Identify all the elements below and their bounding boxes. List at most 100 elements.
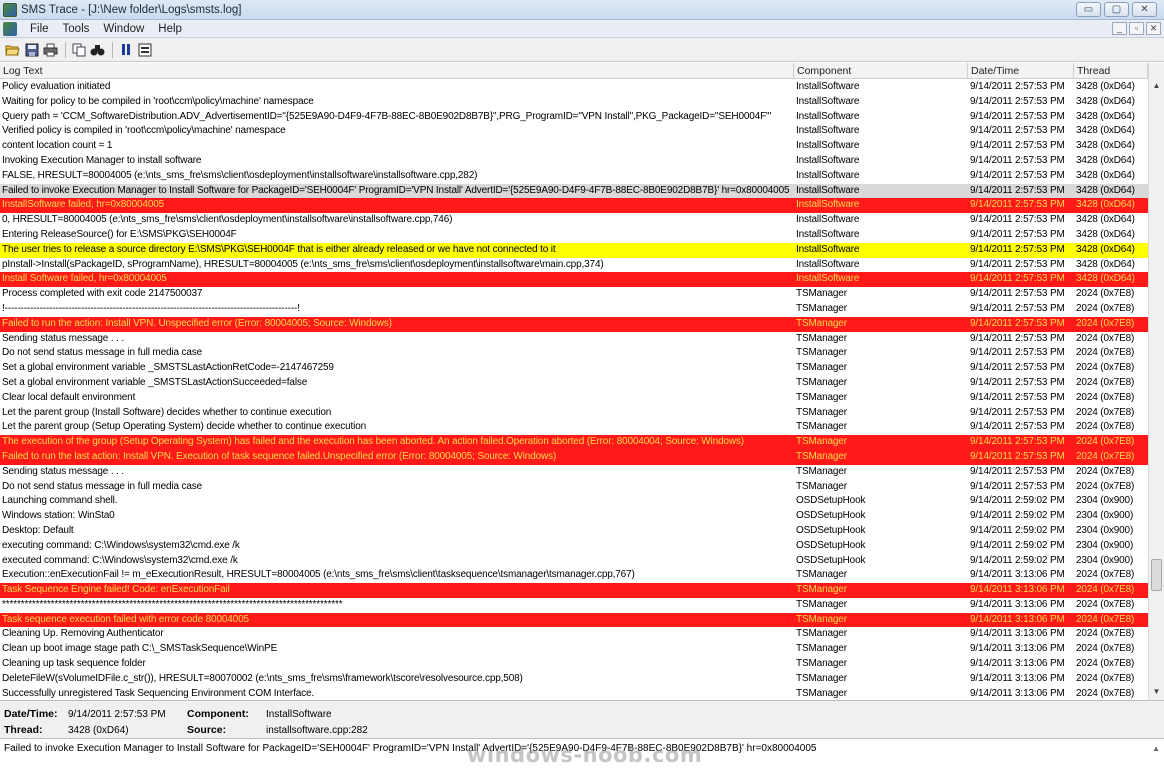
thread-value: 3428 (0xD64) (68, 725, 129, 736)
log-row[interactable]: Launching command shell. OSDSetupHook 9/14… (0, 494, 1148, 509)
log-row[interactable]: Policy evaluation initiated InstallSoftwa… (0, 80, 1148, 95)
menu-file[interactable]: File (23, 23, 56, 35)
thread-cell: 2024 (0x7E8) (1076, 584, 1135, 596)
open-folder-icon[interactable] (4, 41, 21, 58)
child-restore-button[interactable]: ▫ (1129, 22, 1144, 35)
column-header-component[interactable]: Component (794, 63, 968, 79)
log-row[interactable]: !---------------------------------------… (0, 302, 1148, 317)
component-cell: TSManager (796, 332, 847, 344)
log-row[interactable]: Invoking Execution Manager to install so… (0, 154, 1148, 169)
log-row[interactable]: executed command: C:\Windows\system32\cm… (0, 554, 1148, 569)
copy-icon[interactable] (70, 41, 87, 58)
component-cell: InstallSoftware (796, 81, 860, 92)
log-row[interactable]: Failed to invoke Execution Manager to In… (0, 183, 1148, 199)
component-cell: TSManager (796, 643, 847, 655)
minimize-button[interactable]: ▭ (1076, 2, 1101, 17)
message-scroll-arrow-icon[interactable]: ▲ (1152, 744, 1160, 753)
log-row[interactable]: 0, HRESULT=80004005 (e:\nts_sms_fre\sms\… (0, 213, 1148, 228)
component-cell: TSManager (796, 362, 847, 374)
thread-cell: 2304 (0x900) (1076, 495, 1134, 507)
log-row[interactable]: Desktop: Default OSDSetupHook 9/14/2011 2:… (0, 524, 1148, 539)
find-icon[interactable] (89, 41, 106, 58)
save-icon[interactable] (23, 41, 40, 58)
log-row[interactable]: pInstall->Install(sPackageID, sProgramNa… (0, 258, 1148, 273)
column-header-log-text[interactable]: Log Text (0, 63, 794, 79)
scroll-thumb[interactable] (1151, 559, 1162, 591)
log-row[interactable]: The execution of the group (Setup Operat… (0, 435, 1148, 450)
date-time-value: 9/14/2011 2:57:53 PM (68, 709, 166, 720)
log-row[interactable]: Entering ReleaseSource() for E:\SMS\PKG\… (0, 228, 1148, 243)
log-text-cell: Entering ReleaseSource() for E:\SMS\PKG\… (2, 228, 237, 240)
log-row[interactable]: Failed to run the last action: Install V… (0, 449, 1148, 465)
component-cell: InstallSoftware (796, 273, 860, 285)
log-text-cell: Desktop: Default (2, 524, 74, 536)
thread-cell: 2024 (0x7E8) (1076, 332, 1135, 344)
component-cell: OSDSetupHook (796, 510, 866, 522)
date-time-cell: 9/14/2011 2:57:53 PM (970, 465, 1065, 477)
component-cell: TSManager (796, 465, 847, 477)
thread-cell: 2024 (0x7E8) (1076, 628, 1135, 640)
child-close-button[interactable]: ✕ (1146, 22, 1161, 35)
component-cell: InstallSoftware (796, 95, 860, 107)
log-row[interactable]: Cleaning Up. Removing Authenticator TSMan… (0, 627, 1148, 642)
log-row[interactable]: Cleaning up task sequence folder TSManage… (0, 657, 1148, 672)
date-time-cell: 9/14/2011 2:59:02 PM (970, 524, 1065, 536)
log-row[interactable]: Sending status message . . . TSManager 9/1… (0, 332, 1148, 347)
column-header-thread[interactable]: Thread (1074, 63, 1148, 79)
scroll-up-arrow-icon[interactable]: ▲ (1149, 79, 1164, 93)
column-header-date-time[interactable]: Date/Time (968, 63, 1074, 79)
log-text-cell: Failed to run the last action: Install V… (2, 450, 557, 462)
log-row[interactable]: Sending status message . . . TSManager 9/1… (0, 465, 1148, 480)
log-row[interactable]: Process completed with exit code 2147500… (0, 287, 1148, 302)
log-row[interactable]: content location count = 1 InstallSoftwar… (0, 139, 1148, 154)
log-row[interactable]: Failed to run the action: Install VPN. U… (0, 316, 1148, 332)
thread-cell: 2024 (0x7E8) (1076, 347, 1135, 359)
log-row[interactable]: executing command: C:\Windows\system32\c… (0, 539, 1148, 554)
log-row[interactable]: Verified policy is compiled in 'root\ccm… (0, 124, 1148, 139)
log-row[interactable]: ****************************************… (0, 598, 1148, 613)
highlight-icon[interactable] (136, 41, 153, 58)
log-text-cell: FALSE, HRESULT=80004005 (e:\nts_sms_fre\… (2, 169, 478, 181)
log-row[interactable]: The user tries to release a source direc… (0, 242, 1148, 258)
log-row[interactable]: InstallSoftware failed, hr=0x80004005 Ins… (0, 198, 1148, 214)
date-time-cell: 9/14/2011 2:57:53 PM (970, 480, 1065, 492)
log-row[interactable]: DeleteFileW(sVolumeIDFile.c_str()), HRES… (0, 672, 1148, 687)
log-row[interactable]: FALSE, HRESULT=80004005 (e:\nts_sms_fre\… (0, 169, 1148, 184)
menu-tools[interactable]: Tools (56, 23, 97, 35)
log-text-cell: Set a global environment variable _SMSTS… (2, 362, 334, 374)
log-row[interactable]: Do not send status message in full media… (0, 346, 1148, 361)
log-row[interactable]: Execution::enExecutionFail != m_eExecuti… (0, 568, 1148, 583)
log-text-cell: The user tries to release a source direc… (2, 243, 556, 255)
close-button[interactable]: ✕ (1132, 2, 1157, 17)
pause-icon[interactable] (117, 41, 134, 58)
log-row[interactable]: Clear local default environment TSManager… (0, 391, 1148, 406)
log-row[interactable]: Set a global environment variable _SMSTS… (0, 376, 1148, 391)
menu-help[interactable]: Help (151, 23, 189, 35)
thread-cell: 2024 (0x7E8) (1076, 288, 1135, 300)
log-row[interactable]: Query path = 'CCM_SoftwareDistribution.A… (0, 110, 1148, 125)
child-minimize-button[interactable]: _ (1112, 22, 1127, 35)
document-icon[interactable] (3, 21, 17, 36)
log-row[interactable]: Let the parent group (Setup Operating Sy… (0, 420, 1148, 435)
log-row[interactable]: Install Software failed, hr=0x80004005 In… (0, 272, 1148, 288)
log-row[interactable]: Waiting for policy to be compiled in 'ro… (0, 95, 1148, 110)
log-row[interactable]: Do not send status message in full media… (0, 480, 1148, 495)
log-row[interactable]: Task sequence execution failed with erro… (0, 612, 1148, 628)
log-row[interactable]: Successfully unregistered Task Sequencin… (0, 687, 1148, 700)
log-row[interactable]: Task Sequence Engine failed! Code: enExe… (0, 583, 1148, 598)
log-row[interactable]: Set a global environment variable _SMSTS… (0, 361, 1148, 376)
log-text-cell: Successfully unregistered Task Sequencin… (2, 687, 314, 699)
date-time-cell: 9/14/2011 2:57:53 PM (970, 450, 1065, 462)
print-icon[interactable] (42, 41, 59, 58)
log-row[interactable]: Clean up boot image stage path C:\_SMSTa… (0, 642, 1148, 657)
maximize-button[interactable]: ▢ (1104, 2, 1129, 17)
component-cell: TSManager (796, 598, 847, 610)
log-row[interactable]: Windows station: WinSta0 OSDSetupHook 9/14… (0, 509, 1148, 524)
vertical-scrollbar[interactable]: ▲ ▼ (1148, 63, 1164, 700)
menu-window[interactable]: Window (96, 23, 151, 35)
log-row[interactable]: Let the parent group (Install Software) … (0, 406, 1148, 421)
component-cell: InstallSoftware (796, 258, 860, 270)
date-time-cell: 9/14/2011 2:57:53 PM (970, 140, 1065, 152)
thread-cell: 2024 (0x7E8) (1076, 613, 1135, 625)
scroll-down-arrow-icon[interactable]: ▼ (1149, 685, 1164, 699)
